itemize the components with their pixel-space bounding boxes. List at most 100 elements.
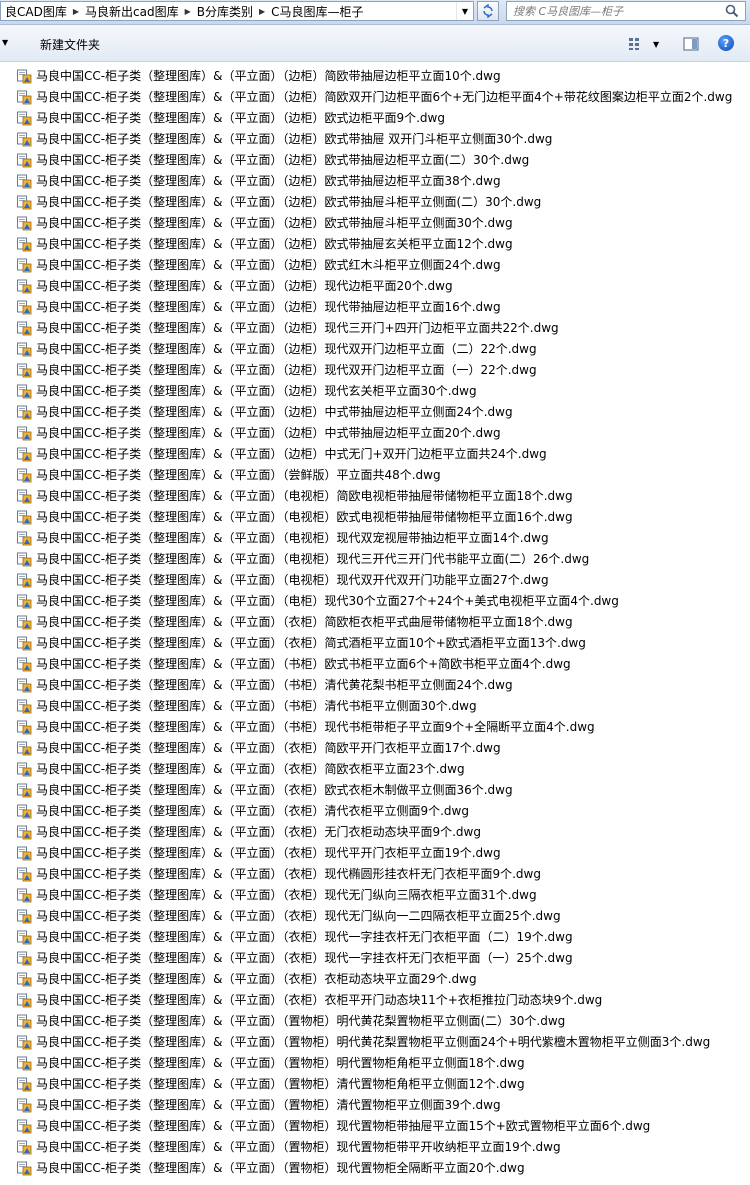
help-icon[interactable]: ? bbox=[718, 35, 734, 51]
file-name[interactable]: 马良中国CC-柜子类（整理图库）&（平立面）（边柜）欧式带抽屉边柜平立面(二）3… bbox=[36, 152, 529, 168]
file-row[interactable]: 马良中国CC-柜子类（整理图库）&（平立面）（电柜）现代30个立面27个+24个… bbox=[0, 591, 750, 612]
file-name[interactable]: 马良中国CC-柜子类（整理图库）&（平立面）（衣柜）欧式衣柜木制做平立侧面36个… bbox=[36, 782, 513, 798]
file-row[interactable]: 马良中国CC-柜子类（整理图库）&（平立面）（衣柜）现代一字挂衣杆无门衣柜平面（… bbox=[0, 948, 750, 969]
file-row[interactable]: 马良中国CC-柜子类（整理图库）&（平立面）（电视柜）欧式电视柜带抽屉带储物柜平… bbox=[0, 507, 750, 528]
file-name[interactable]: 马良中国CC-柜子类（整理图库）&（平立面）（置物柜）现代置物柜带平开收纳柜平立… bbox=[36, 1139, 561, 1155]
views-dropdown-icon[interactable]: ▼ bbox=[653, 40, 659, 49]
file-row[interactable]: 马良中国CC-柜子类（整理图库）&（平立面）（边柜）现代玄关柜平立面30个.dw… bbox=[0, 381, 750, 402]
file-name[interactable]: 马良中国CC-柜子类（整理图库）&（平立面）（边柜）简欧带抽屉边柜平立面10个.… bbox=[36, 68, 501, 84]
file-name[interactable]: 马良中国CC-柜子类（整理图库）&（平立面）（衣柜）现代无门纵向一二四隔衣柜平立… bbox=[36, 908, 561, 924]
file-row[interactable]: 马良中国CC-柜子类（整理图库）&（平立面）（书柜）清代书柜平立侧面30个.dw… bbox=[0, 696, 750, 717]
file-row[interactable]: 马良中国CC-柜子类（整理图库）&（平立面）（衣柜）清代衣柜平立侧面9个.dwg bbox=[0, 801, 750, 822]
file-name[interactable]: 马良中国CC-柜子类（整理图库）&（平立面）（置物柜）现代置物柜全隔断平立面20… bbox=[36, 1160, 525, 1176]
search-icon[interactable] bbox=[725, 4, 739, 18]
breadcrumb-item-new-lib[interactable]: 马良新出cad图库 bbox=[81, 3, 183, 20]
file-name[interactable]: 马良中国CC-柜子类（整理图库）&（平立面）（电视柜）现代双开代双开门功能平立面… bbox=[36, 572, 549, 588]
file-name[interactable]: 马良中国CC-柜子类（整理图库）&（平立面）（衣柜）衣柜动态块平立面29个.dw… bbox=[36, 971, 477, 987]
file-row[interactable]: 马良中国CC-柜子类（整理图库）&（平立面）（置物柜）明代黄花梨置物柜平立侧面2… bbox=[0, 1032, 750, 1053]
breadcrumb-item-current[interactable]: C马良图库—柜子 bbox=[267, 3, 367, 20]
file-row[interactable]: 马良中国CC-柜子类（整理图库）&（平立面）（边柜）简欧带抽屉边柜平立面10个.… bbox=[0, 66, 750, 87]
file-name[interactable]: 马良中国CC-柜子类（整理图库）&（平立面）（电柜）现代30个立面27个+24个… bbox=[36, 593, 619, 609]
file-name[interactable]: 马良中国CC-柜子类（整理图库）&（平立面）（衣柜）现代椭圆形挂衣杆无门衣柜平面… bbox=[36, 866, 541, 882]
file-name[interactable]: 马良中国CC-柜子类（整理图库）&（平立面）（边柜）现代玄关柜平立面30个.dw… bbox=[36, 383, 477, 399]
search-box[interactable] bbox=[506, 1, 746, 21]
file-name[interactable]: 马良中国CC-柜子类（整理图库）&（平立面）（衣柜）简式酒柜平立面10个+欧式酒… bbox=[36, 635, 586, 651]
file-name[interactable]: 马良中国CC-柜子类（整理图库）&（平立面）（衣柜）清代衣柜平立侧面9个.dwg bbox=[36, 803, 469, 819]
file-name[interactable]: 马良中国CC-柜子类（整理图库）&（平立面）（边柜）欧式边柜平面9个.dwg bbox=[36, 110, 445, 126]
file-name[interactable]: 马良中国CC-柜子类（整理图库）&（平立面）（置物柜）明代黄花梨置物柜平立侧面(… bbox=[36, 1013, 565, 1029]
file-name[interactable]: 马良中国CC-柜子类（整理图库）&（平立面）（尝鲜版）平立面共48个.dwg bbox=[36, 467, 441, 483]
file-name[interactable]: 马良中国CC-柜子类（整理图库）&（平立面）（书柜）现代书柜带柜子平立面9个+全… bbox=[36, 719, 595, 735]
file-row[interactable]: 马良中国CC-柜子类（整理图库）&（平立面）（电视柜）现代双宠视屉带抽边柜平立面… bbox=[0, 528, 750, 549]
search-input[interactable] bbox=[511, 3, 725, 19]
file-name[interactable]: 马良中国CC-柜子类（整理图库）&（平立面）（衣柜）现代平开门衣柜平立面19个.… bbox=[36, 845, 501, 861]
file-name[interactable]: 马良中国CC-柜子类（整理图库）&（平立面）（衣柜）现代一字挂衣杆无门衣柜平面（… bbox=[36, 929, 573, 945]
chevron-right-icon[interactable]: ▶ bbox=[257, 7, 267, 16]
file-row[interactable]: 马良中国CC-柜子类（整理图库）&（平立面）（置物柜）清代置物柜平立侧面39个.… bbox=[0, 1095, 750, 1116]
file-row[interactable]: 马良中国CC-柜子类（整理图库）&（平立面）（边柜）欧式红木斗柜平立侧面24个.… bbox=[0, 255, 750, 276]
file-row[interactable]: 马良中国CC-柜子类（整理图库）&（平立面）（衣柜）现代椭圆形挂衣杆无门衣柜平面… bbox=[0, 864, 750, 885]
file-row[interactable]: 马良中国CC-柜子类（整理图库）&（平立面）（衣柜）欧式衣柜木制做平立侧面36个… bbox=[0, 780, 750, 801]
file-row[interactable]: 马良中国CC-柜子类（整理图库）&（平立面）（书柜）现代书柜带柜子平立面9个+全… bbox=[0, 717, 750, 738]
file-name[interactable]: 马良中国CC-柜子类（整理图库）&（平立面）（电视柜）现代三开代三开门代书能平立… bbox=[36, 551, 589, 567]
file-row[interactable]: 马良中国CC-柜子类（整理图库）&（平立面）（衣柜）衣柜动态块平立面29个.dw… bbox=[0, 969, 750, 990]
file-row[interactable]: 马良中国CC-柜子类（整理图库）&（平立面）（边柜）中式无门+双开门边柜平立面共… bbox=[0, 444, 750, 465]
file-name[interactable]: 马良中国CC-柜子类（整理图库）&（平立面）（置物柜）明代黄花梨置物柜平立侧面2… bbox=[36, 1034, 710, 1050]
breadcrumb-item-root[interactable]: 良CAD图库 bbox=[1, 3, 71, 20]
file-name[interactable]: 马良中国CC-柜子类（整理图库）&（平立面）（衣柜）简欧柜衣柜平式曲屉带储物柜平… bbox=[36, 614, 573, 630]
file-name[interactable]: 马良中国CC-柜子类（整理图库）&（平立面）（衣柜）现代无门纵向三隔衣柜平立面3… bbox=[36, 887, 537, 903]
file-name[interactable]: 马良中国CC-柜子类（整理图库）&（平立面）（边柜）中式无门+双开门边柜平立面共… bbox=[36, 446, 547, 462]
file-row[interactable]: 马良中国CC-柜子类（整理图库）&（平立面）（电视柜）现代三开代三开门代书能平立… bbox=[0, 549, 750, 570]
file-name[interactable]: 马良中国CC-柜子类（整理图库）&（平立面）（边柜）欧式带抽屉斗柜平立侧面(二）… bbox=[36, 194, 541, 210]
file-name[interactable]: 马良中国CC-柜子类（整理图库）&（平立面）（边柜）现代双开门边柜平立面（一）2… bbox=[36, 362, 537, 378]
file-name[interactable]: 马良中国CC-柜子类（整理图库）&（平立面）（电视柜）简欧电视柜带抽屉带储物柜平… bbox=[36, 488, 573, 504]
file-name[interactable]: 马良中国CC-柜子类（整理图库）&（平立面）（电视柜）现代双宠视屉带抽边柜平立面… bbox=[36, 530, 549, 546]
file-row[interactable]: 马良中国CC-柜子类（整理图库）&（平立面）（置物柜）清代置物柜角柜平立侧面12… bbox=[0, 1074, 750, 1095]
file-row[interactable]: 马良中国CC-柜子类（整理图库）&（平立面）（衣柜）简欧衣柜平立面23个.dwg bbox=[0, 759, 750, 780]
file-name[interactable]: 马良中国CC-柜子类（整理图库）&（平立面）（衣柜）衣柜平开门动态块11个+衣柜… bbox=[36, 992, 602, 1008]
file-row[interactable]: 马良中国CC-柜子类（整理图库）&（平立面）（衣柜）无门衣柜动态块平面9个.dw… bbox=[0, 822, 750, 843]
file-row[interactable]: 马良中国CC-柜子类（整理图库）&（平立面）（边柜）现代双开门边柜平立面（二）2… bbox=[0, 339, 750, 360]
file-name[interactable]: 马良中国CC-柜子类（整理图库）&（平立面）（置物柜）清代置物柜平立侧面39个.… bbox=[36, 1097, 501, 1113]
preview-pane-icon[interactable] bbox=[683, 36, 699, 52]
file-name[interactable]: 马良中国CC-柜子类（整理图库）&（平立面）（边柜）欧式带抽屉 双开门斗柜平立侧… bbox=[36, 131, 552, 147]
file-row[interactable]: 马良中国CC-柜子类（整理图库）&（平立面）（置物柜）明代置物柜角柜平立侧面18… bbox=[0, 1053, 750, 1074]
file-row[interactable]: 马良中国CC-柜子类（整理图库）&（平立面）（衣柜）现代无门纵向三隔衣柜平立面3… bbox=[0, 885, 750, 906]
file-name[interactable]: 马良中国CC-柜子类（整理图库）&（平立面）（边柜）欧式带抽屉斗柜平立侧面30个… bbox=[36, 215, 513, 231]
file-name[interactable]: 马良中国CC-柜子类（整理图库）&（平立面）（书柜）欧式书柜平立面6个+简欧书柜… bbox=[36, 656, 571, 672]
file-row[interactable]: 马良中国CC-柜子类（整理图库）&（平立面）（衣柜）现代平开门衣柜平立面19个.… bbox=[0, 843, 750, 864]
file-row[interactable]: 马良中国CC-柜子类（整理图库）&（平立面）（边柜）现代双开门边柜平立面（一）2… bbox=[0, 360, 750, 381]
file-row[interactable]: 马良中国CC-柜子类（整理图库）&（平立面）（边柜）现代三开门+四开门边柜平立面… bbox=[0, 318, 750, 339]
file-row[interactable]: 马良中国CC-柜子类（整理图库）&（平立面）（边柜）欧式带抽屉边柜平立面38个.… bbox=[0, 171, 750, 192]
file-row[interactable]: 马良中国CC-柜子类（整理图库）&（平立面）（边柜）简欧双开门边柜平面6个+无门… bbox=[0, 87, 750, 108]
file-row[interactable]: 马良中国CC-柜子类（整理图库）&（平立面）（边柜）现代边柜平面20个.dwg bbox=[0, 276, 750, 297]
file-row[interactable]: 马良中国CC-柜子类（整理图库）&（平立面）（置物柜）现代置物柜带平开收纳柜平立… bbox=[0, 1137, 750, 1158]
file-name[interactable]: 马良中国CC-柜子类（整理图库）&（平立面）（书柜）清代书柜平立侧面30个.dw… bbox=[36, 698, 477, 714]
file-name[interactable]: 马良中国CC-柜子类（整理图库）&（平立面）（置物柜）现代置物柜带抽屉平立面15… bbox=[36, 1118, 650, 1134]
file-row[interactable]: 马良中国CC-柜子类（整理图库）&（平立面）（衣柜）现代一字挂衣杆无门衣柜平面（… bbox=[0, 927, 750, 948]
file-name[interactable]: 马良中国CC-柜子类（整理图库）&（平立面）（衣柜）简欧平开门衣柜平立面17个.… bbox=[36, 740, 501, 756]
file-name[interactable]: 马良中国CC-柜子类（整理图库）&（平立面）（边柜）中式带抽屉边柜平立侧面24个… bbox=[36, 404, 513, 420]
file-name[interactable]: 马良中国CC-柜子类（整理图库）&（平立面）（书柜）清代黄花梨书柜平立侧面24个… bbox=[36, 677, 513, 693]
file-row[interactable]: 马良中国CC-柜子类（整理图库）&（平立面）（书柜）清代黄花梨书柜平立侧面24个… bbox=[0, 675, 750, 696]
file-row[interactable]: 马良中国CC-柜子类（整理图库）&（平立面）（边柜）欧式带抽屉斗柜平立侧面30个… bbox=[0, 213, 750, 234]
file-row[interactable]: 马良中国CC-柜子类（整理图库）&（平立面）（边柜）现代带抽屉边柜平立面16个.… bbox=[0, 297, 750, 318]
file-row[interactable]: 马良中国CC-柜子类（整理图库）&（平立面）（置物柜）明代黄花梨置物柜平立侧面(… bbox=[0, 1011, 750, 1032]
file-name[interactable]: 马良中国CC-柜子类（整理图库）&（平立面）（电视柜）欧式电视柜带抽屉带储物柜平… bbox=[36, 509, 573, 525]
file-row[interactable]: 马良中国CC-柜子类（整理图库）&（平立面）（边柜）欧式带抽屉玄关柜平立面12个… bbox=[0, 234, 750, 255]
file-row[interactable]: 马良中国CC-柜子类（整理图库）&（平立面）（边柜）欧式边柜平面9个.dwg bbox=[0, 108, 750, 129]
refresh-button[interactable] bbox=[477, 1, 499, 21]
chevron-right-icon[interactable]: ▶ bbox=[183, 7, 193, 16]
file-row[interactable]: 马良中国CC-柜子类（整理图库）&（平立面）（书柜）欧式书柜平立面6个+简欧书柜… bbox=[0, 654, 750, 675]
file-name[interactable]: 马良中国CC-柜子类（整理图库）&（平立面）（边柜）中式带抽屉边柜平立面20个.… bbox=[36, 425, 501, 441]
file-name[interactable]: 马良中国CC-柜子类（整理图库）&（平立面）（边柜）现代双开门边柜平立面（二）2… bbox=[36, 341, 537, 357]
file-name[interactable]: 马良中国CC-柜子类（整理图库）&（平立面）（边柜）欧式带抽屉边柜平立面38个.… bbox=[36, 173, 501, 189]
breadcrumb[interactable]: 良CAD图库 ▶ 马良新出cad图库 ▶ B分库类别 ▶ C马良图库—柜子 ▼ bbox=[0, 1, 474, 21]
file-name[interactable]: 马良中国CC-柜子类（整理图库）&（平立面）（边柜）欧式红木斗柜平立侧面24个.… bbox=[36, 257, 501, 273]
file-row[interactable]: 马良中国CC-柜子类（整理图库）&（平立面）（置物柜）现代置物柜全隔断平立面20… bbox=[0, 1158, 750, 1179]
file-row[interactable]: 马良中国CC-柜子类（整理图库）&（平立面）（电视柜）简欧电视柜带抽屉带储物柜平… bbox=[0, 486, 750, 507]
file-row[interactable]: 马良中国CC-柜子类（整理图库）&（平立面）（边柜）中式带抽屉边柜平立侧面24个… bbox=[0, 402, 750, 423]
file-name[interactable]: 马良中国CC-柜子类（整理图库）&（平立面）（边柜）简欧双开门边柜平面6个+无门… bbox=[36, 89, 732, 105]
file-row[interactable]: 马良中国CC-柜子类（整理图库）&（平立面）（边柜）欧式带抽屉 双开门斗柜平立侧… bbox=[0, 129, 750, 150]
file-name[interactable]: 马良中国CC-柜子类（整理图库）&（平立面）（置物柜）明代置物柜角柜平立侧面18… bbox=[36, 1055, 525, 1071]
